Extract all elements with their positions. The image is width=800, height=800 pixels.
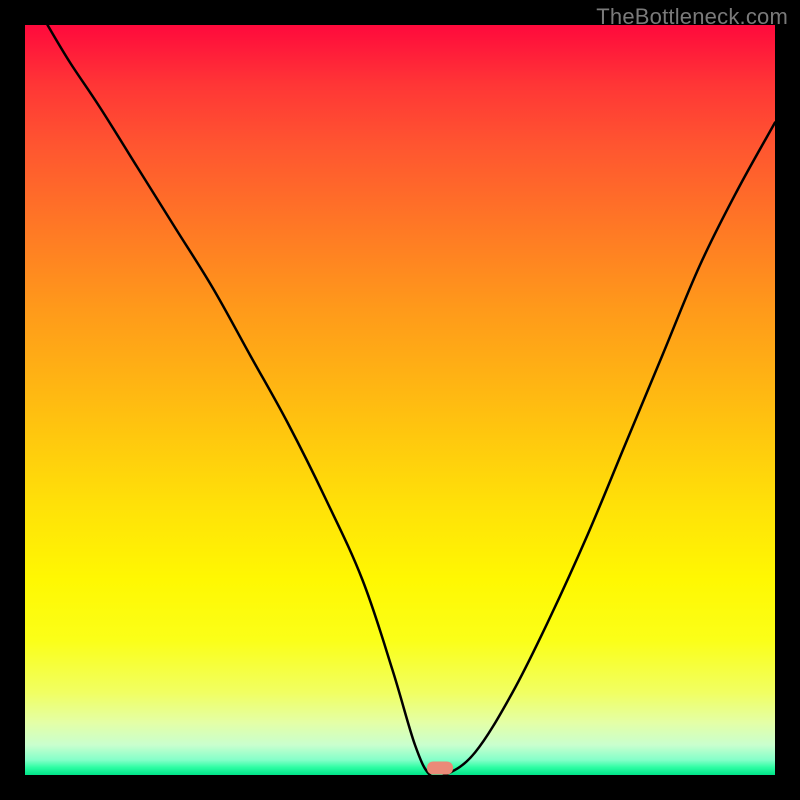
plot-area	[25, 25, 775, 775]
optimal-point-marker	[427, 762, 453, 775]
watermark-text: TheBottleneck.com	[596, 4, 788, 30]
bottleneck-curve	[25, 25, 775, 775]
chart-frame: TheBottleneck.com	[0, 0, 800, 800]
